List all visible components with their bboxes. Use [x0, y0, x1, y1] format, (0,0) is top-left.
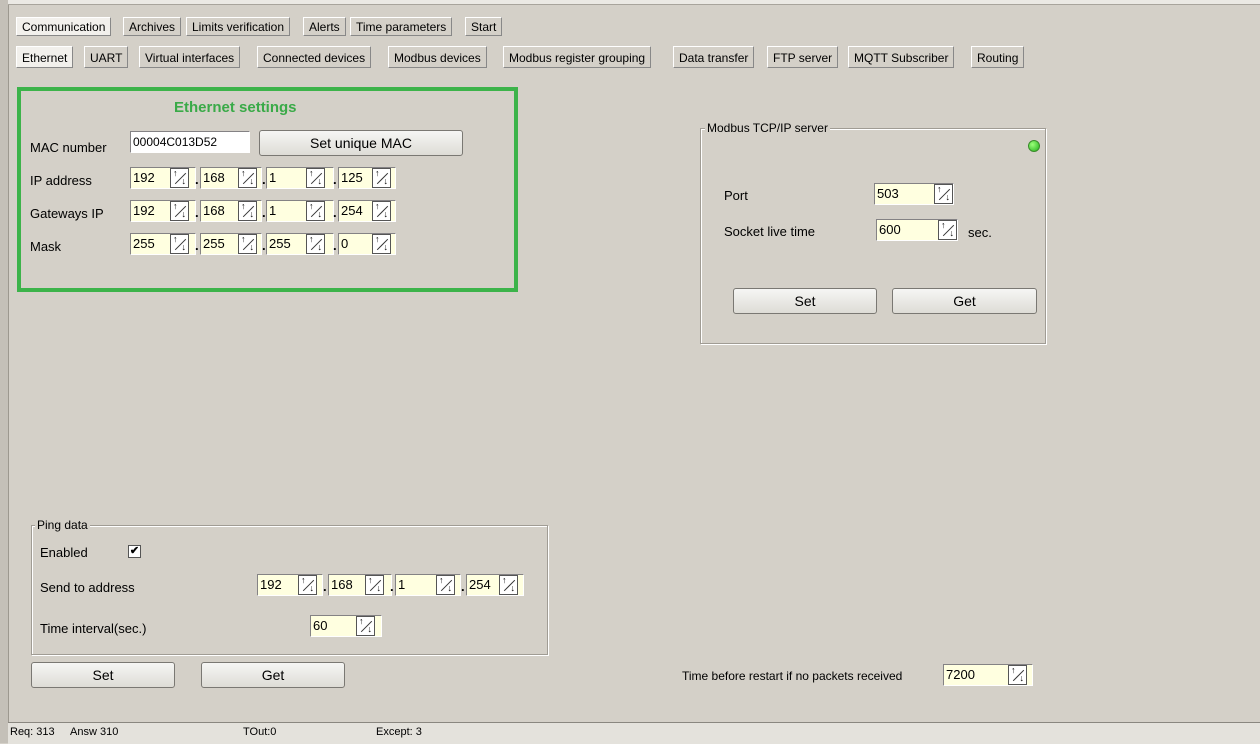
seconds-unit-label: sec. [968, 225, 992, 240]
subtab-data-transfer[interactable]: Data transfer [673, 46, 755, 68]
mask-octet-4-spinner-icon[interactable]: ↑ ↓ [372, 234, 391, 254]
dot-separator: . [195, 238, 199, 253]
ethernet-settings-title: Ethernet settings [174, 99, 297, 116]
mask-octet-3-spinner-icon[interactable]: ↑ ↓ [306, 234, 325, 254]
subtab-virtual-interfaces[interactable]: Virtual interfaces [139, 46, 241, 68]
mask-label: Mask [30, 239, 62, 254]
subtab-connected-devices[interactable]: Connected devices [257, 46, 372, 68]
dot-separator: . [461, 579, 465, 594]
left-window-frame [0, 0, 9, 743]
ping-octet-2-spinner-icon[interactable]: ↑ ↓ [365, 575, 384, 595]
top-window-edge [8, 0, 1260, 5]
enabled-checkbox[interactable]: ✔ [128, 545, 141, 558]
tab-limits-verification[interactable]: Limits verification [186, 17, 291, 36]
tab-time-parameters[interactable]: Time parameters [350, 17, 453, 36]
dot-separator: . [390, 579, 394, 594]
answers-count: Answ 310 [70, 726, 119, 738]
mask-octet-1-spinner-icon[interactable]: ↑ ↓ [170, 234, 189, 254]
tab-alerts[interactable]: Alerts [303, 17, 346, 36]
subtab-uart[interactable]: UART [84, 46, 129, 68]
ping-octet-1-spinner-icon[interactable]: ↑ ↓ [298, 575, 317, 595]
dot-separator: . [333, 238, 337, 253]
ip-address-label: IP address [30, 173, 92, 188]
dot-separator: . [195, 172, 199, 187]
ethernet-settings-highlight [17, 87, 518, 292]
set-unique-mac-button[interactable]: Set unique MAC [259, 130, 463, 156]
tab-start[interactable]: Start [465, 17, 503, 36]
send-to-address-label: Send to address [40, 580, 135, 595]
gateway-octet-2-spinner-icon[interactable]: ↑ ↓ [238, 201, 257, 221]
status-bar: Req: 313 Answ 310 TOut:0 Except: 3 [8, 722, 1260, 744]
modbus-set-button[interactable]: Set [733, 288, 877, 314]
tab-archives[interactable]: Archives [123, 17, 182, 36]
ip-octet-2-spinner-icon[interactable]: ↑ ↓ [238, 168, 257, 188]
tab-communication[interactable]: Communication [16, 17, 112, 36]
modbus-get-button[interactable]: Get [892, 288, 1037, 314]
gateways-ip-label: Gateways IP [30, 206, 104, 221]
gateway-octet-1-spinner-icon[interactable]: ↑ ↓ [170, 201, 189, 221]
mac-number-field[interactable]: 00004C013D52 [130, 131, 250, 153]
ip-octet-3-spinner-icon[interactable]: ↑ ↓ [306, 168, 325, 188]
enabled-label: Enabled [40, 545, 88, 560]
subtab-modbus-devices[interactable]: Modbus devices [388, 46, 487, 68]
timeouts-count: TOut:0 [243, 726, 277, 738]
subtab-modbus-register-grouping[interactable]: Modbus register grouping [503, 46, 652, 68]
requests-count: Req: 313 [10, 726, 55, 738]
ip-octet-4-spinner-icon[interactable]: ↑ ↓ [372, 168, 391, 188]
socket-live-time-label: Socket live time [724, 224, 816, 239]
dot-separator: . [333, 172, 337, 187]
modbus-tcp-server-title: Modbus TCP/IP server [705, 121, 830, 135]
exceptions-count: Except: 3 [376, 726, 422, 738]
socket-live-time-spinner-icon[interactable]: ↑ ↓ [938, 220, 957, 240]
time-interval-spinner-icon[interactable]: ↑ ↓ [356, 616, 375, 636]
dot-separator: . [323, 579, 327, 594]
ping-get-button[interactable]: Get [201, 662, 345, 688]
mac-number-label: MAC number [30, 140, 107, 155]
port-label: Port [724, 188, 748, 203]
gateway-octet-4-spinner-icon[interactable]: ↑ ↓ [372, 201, 391, 221]
ip-octet-1-spinner-icon[interactable]: ↑ ↓ [170, 168, 189, 188]
dot-separator: . [195, 205, 199, 220]
dot-separator: . [333, 205, 337, 220]
restart-timeout-label: Time before restart if no packets receiv… [682, 669, 903, 683]
port-spinner-icon[interactable]: ↑ ↓ [934, 184, 953, 204]
subtab-ftp-server[interactable]: FTP server [767, 46, 839, 68]
subtab-routing[interactable]: Routing [971, 46, 1025, 68]
subtab-ethernet[interactable]: Ethernet [16, 46, 74, 68]
status-led-icon [1028, 140, 1040, 152]
ping-octet-3-spinner-icon[interactable]: ↑ ↓ [436, 575, 455, 595]
ping-set-button[interactable]: Set [31, 662, 175, 688]
ping-octet-4-spinner-icon[interactable]: ↑ ↓ [499, 575, 518, 595]
restart-timeout-spinner-icon[interactable]: ↑ ↓ [1008, 665, 1027, 685]
time-interval-label: Time interval(sec.) [40, 621, 147, 636]
mask-octet-2-spinner-icon[interactable]: ↑ ↓ [238, 234, 257, 254]
subtab-mqtt-subscriber[interactable]: MQTT Subscriber [848, 46, 955, 68]
gateway-octet-3-spinner-icon[interactable]: ↑ ↓ [306, 201, 325, 221]
ping-data-title: Ping data [35, 518, 90, 532]
